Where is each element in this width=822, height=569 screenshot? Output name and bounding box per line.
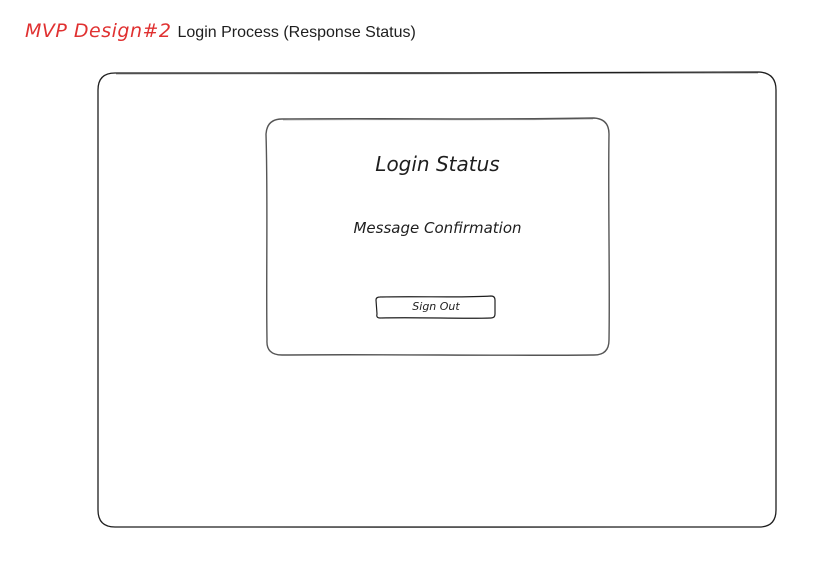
- confirmation-message: Message Confirmation: [353, 219, 522, 237]
- page-header: MVP Design#2 Login Process (Response Sta…: [25, 20, 416, 42]
- sign-out-button[interactable]: Sign Out: [376, 296, 496, 318]
- card-title: Login Status: [375, 152, 500, 176]
- page-title: Login Process (Response Status): [177, 24, 416, 41]
- design-tag: MVP Design#2: [25, 20, 172, 42]
- login-status-card: Login Status Message Confirmation Sign O…: [266, 118, 609, 356]
